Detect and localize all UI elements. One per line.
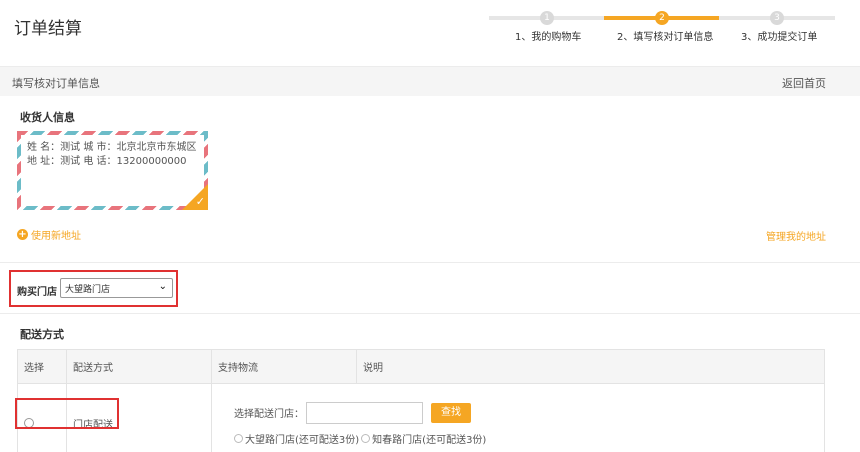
store-label: 购买门店 — [17, 287, 57, 298]
address-line-1: 姓 名：测试 城 市：北京北京市东城区 — [27, 142, 197, 153]
section-header: 填写核对订单信息 返回首页 — [0, 66, 860, 96]
col-select: 选择 — [17, 349, 67, 384]
store-option-2[interactable]: 知春路门店(还可配送3份) — [372, 431, 486, 446]
address-line-2: 地 址：测试 电 话：13200000000 — [27, 156, 187, 167]
step-3-label: 3、成功提交订单 — [741, 32, 818, 43]
delivery-table: 选择 配送方式 支持物流 说明 门店配送 选择配送门店： 查找 大望路门店(还可… — [17, 349, 825, 452]
store-option-1[interactable]: 大望路门店(还可配送3份) — [245, 431, 359, 446]
add-address-link[interactable]: + 使用新地址 — [17, 227, 81, 242]
receiver-heading: 收货人信息 — [20, 111, 75, 124]
section-title: 填写核对订单信息 — [12, 77, 100, 90]
store-finder-cell: 选择配送门店： 查找 大望路门店(还可配送3份) 知春路门店(还可配送3份) — [211, 383, 825, 452]
step-2-dot: 2 — [655, 11, 669, 25]
checkout-progress: 1 2 3 1、我的购物车 2、填写核对订单信息 3、成功提交订单 — [489, 0, 835, 46]
step-1-dot: 1 — [540, 11, 554, 25]
divider — [0, 313, 860, 314]
store-select[interactable]: 大望路门店 ⌄ — [60, 278, 173, 298]
chevron-down-icon: ⌄ — [158, 281, 167, 292]
check-icon: ✓ — [195, 195, 205, 208]
address-card[interactable]: 姓 名：测试 城 市：北京北京市东城区 地 址：测试 电 话：132000000… — [17, 131, 208, 210]
manage-address-link[interactable]: 管理我的地址 — [766, 228, 826, 243]
step-1-label: 1、我的购物车 — [515, 32, 582, 43]
search-button[interactable]: 查找 — [431, 402, 471, 423]
page-title: 订单结算 — [14, 19, 82, 39]
step-2-label: 2、填写核对订单信息 — [617, 32, 714, 43]
add-address-label: 使用新地址 — [31, 231, 81, 242]
select-store-label: 选择配送门店： — [234, 409, 304, 420]
col-logistics: 支持物流 — [211, 349, 357, 384]
store-select-value: 大望路门店 — [65, 285, 111, 295]
address-content: 姓 名：测试 城 市：北京北京市东城区 地 址：测试 电 话：132000000… — [21, 135, 204, 206]
divider — [0, 262, 860, 263]
store-option-radio-2[interactable] — [361, 433, 371, 443]
highlight-box-delivery — [15, 398, 119, 429]
store-option-radio-1[interactable] — [234, 433, 243, 443]
table-row: 门店配送 选择配送门店： 查找 大望路门店(还可配送3份) 知春路门店(还可配送… — [17, 383, 825, 452]
step-3-dot: 3 — [770, 11, 784, 25]
back-home-link[interactable]: 返回首页 — [782, 75, 826, 91]
store-search-input[interactable] — [306, 401, 423, 424]
col-description: 说明 — [356, 349, 825, 384]
plus-circle-icon: + — [17, 229, 28, 240]
col-method: 配送方式 — [66, 349, 212, 384]
delivery-heading: 配送方式 — [20, 328, 64, 341]
